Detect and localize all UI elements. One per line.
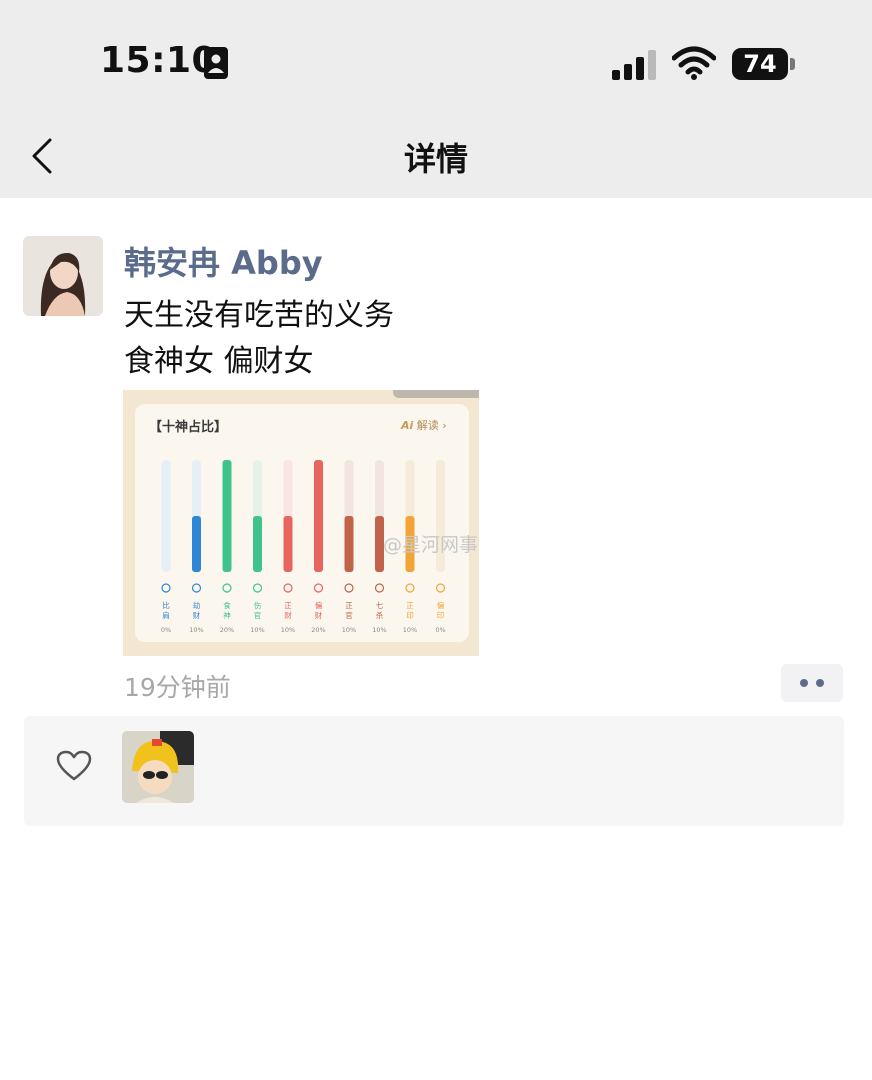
value-label: 10%: [403, 626, 417, 634]
wind-icon: [191, 583, 202, 593]
tree-icon: [252, 583, 263, 593]
value-label: 20%: [311, 626, 325, 634]
chart-bar: [192, 516, 201, 572]
category-label: 神: [223, 610, 231, 620]
chart-bar: [314, 460, 323, 572]
liker-avatar[interactable]: [122, 731, 194, 803]
category-label: 官: [254, 610, 262, 620]
value-label: 0%: [161, 626, 171, 634]
value-label: 20%: [220, 626, 234, 634]
category-label: 劫: [193, 600, 201, 610]
torch-icon: [405, 583, 415, 593]
more-dots-icon: [816, 679, 824, 687]
chart-bar: [222, 460, 232, 572]
post-image[interactable]: 【十神占比】 Ai 解读 › 比肩 0% 劫财 10% 食神 20% 伤官 10% 正财 10% 偏…: [123, 390, 479, 656]
cloud-icon: [161, 583, 171, 593]
value-label: 10%: [372, 626, 386, 634]
category-label: 比: [162, 600, 170, 610]
page-title: 详情: [403, 140, 468, 178]
value-label: 10%: [342, 626, 356, 634]
category-label: 财: [315, 610, 323, 620]
more-button[interactable]: [781, 664, 843, 702]
chart-bar: [253, 516, 262, 572]
status-time: 15:10: [100, 40, 218, 81]
post-timestamp: 19分钟前: [124, 673, 231, 702]
category-label: 印: [437, 611, 445, 620]
candle-icon: [313, 583, 324, 593]
category-label: 食: [223, 600, 231, 610]
category-label: 正: [406, 601, 414, 610]
category-label: 杀: [376, 610, 384, 620]
cellular-signal-icon: [612, 50, 656, 80]
more-dots-icon: [800, 679, 808, 687]
value-label: 10%: [281, 626, 295, 634]
category-label: 偏: [315, 600, 323, 610]
value-label: 0%: [435, 626, 445, 634]
author-name[interactable]: 韩安冉 Abby: [124, 238, 323, 284]
battery-icon: 74: [732, 48, 788, 80]
sun-icon: [283, 583, 293, 593]
battery-tip: [790, 58, 795, 70]
chart-bar: [344, 516, 354, 572]
category-label: 七: [376, 601, 384, 610]
wifi-icon: [672, 46, 716, 80]
category-label: 财: [284, 610, 292, 620]
value-label: 10%: [250, 626, 264, 634]
chart-bar: [283, 516, 293, 572]
category-label: 正: [345, 601, 353, 610]
heart-outline-icon[interactable]: [56, 750, 92, 782]
value-label: 10%: [189, 626, 203, 634]
category-label: 财: [193, 610, 201, 620]
ten-gods-bar-chart: 比肩0%劫财10%食神20%伤官10%正财10%偏财20%正官10%七杀10%正…: [161, 460, 446, 634]
watermark: @星河网事: [383, 534, 479, 556]
smile-icon: [435, 583, 446, 593]
author-avatar[interactable]: [23, 236, 103, 316]
category-label: 偏: [437, 600, 445, 610]
bar-track: [161, 460, 171, 572]
sprout-icon: [222, 583, 232, 593]
bowl-icon: [374, 583, 385, 593]
category-label: 伤: [254, 600, 262, 610]
category-label: 正: [284, 601, 292, 610]
mountain-icon: [344, 583, 354, 593]
category-label: 印: [406, 611, 414, 620]
category-label: 肩: [162, 610, 170, 620]
post-text-line: 天生没有吃苦的义务: [124, 298, 394, 333]
category-label: 官: [345, 610, 353, 620]
id-card-icon: [204, 47, 228, 79]
post-text-line: 食神女 偏财女: [124, 344, 314, 379]
